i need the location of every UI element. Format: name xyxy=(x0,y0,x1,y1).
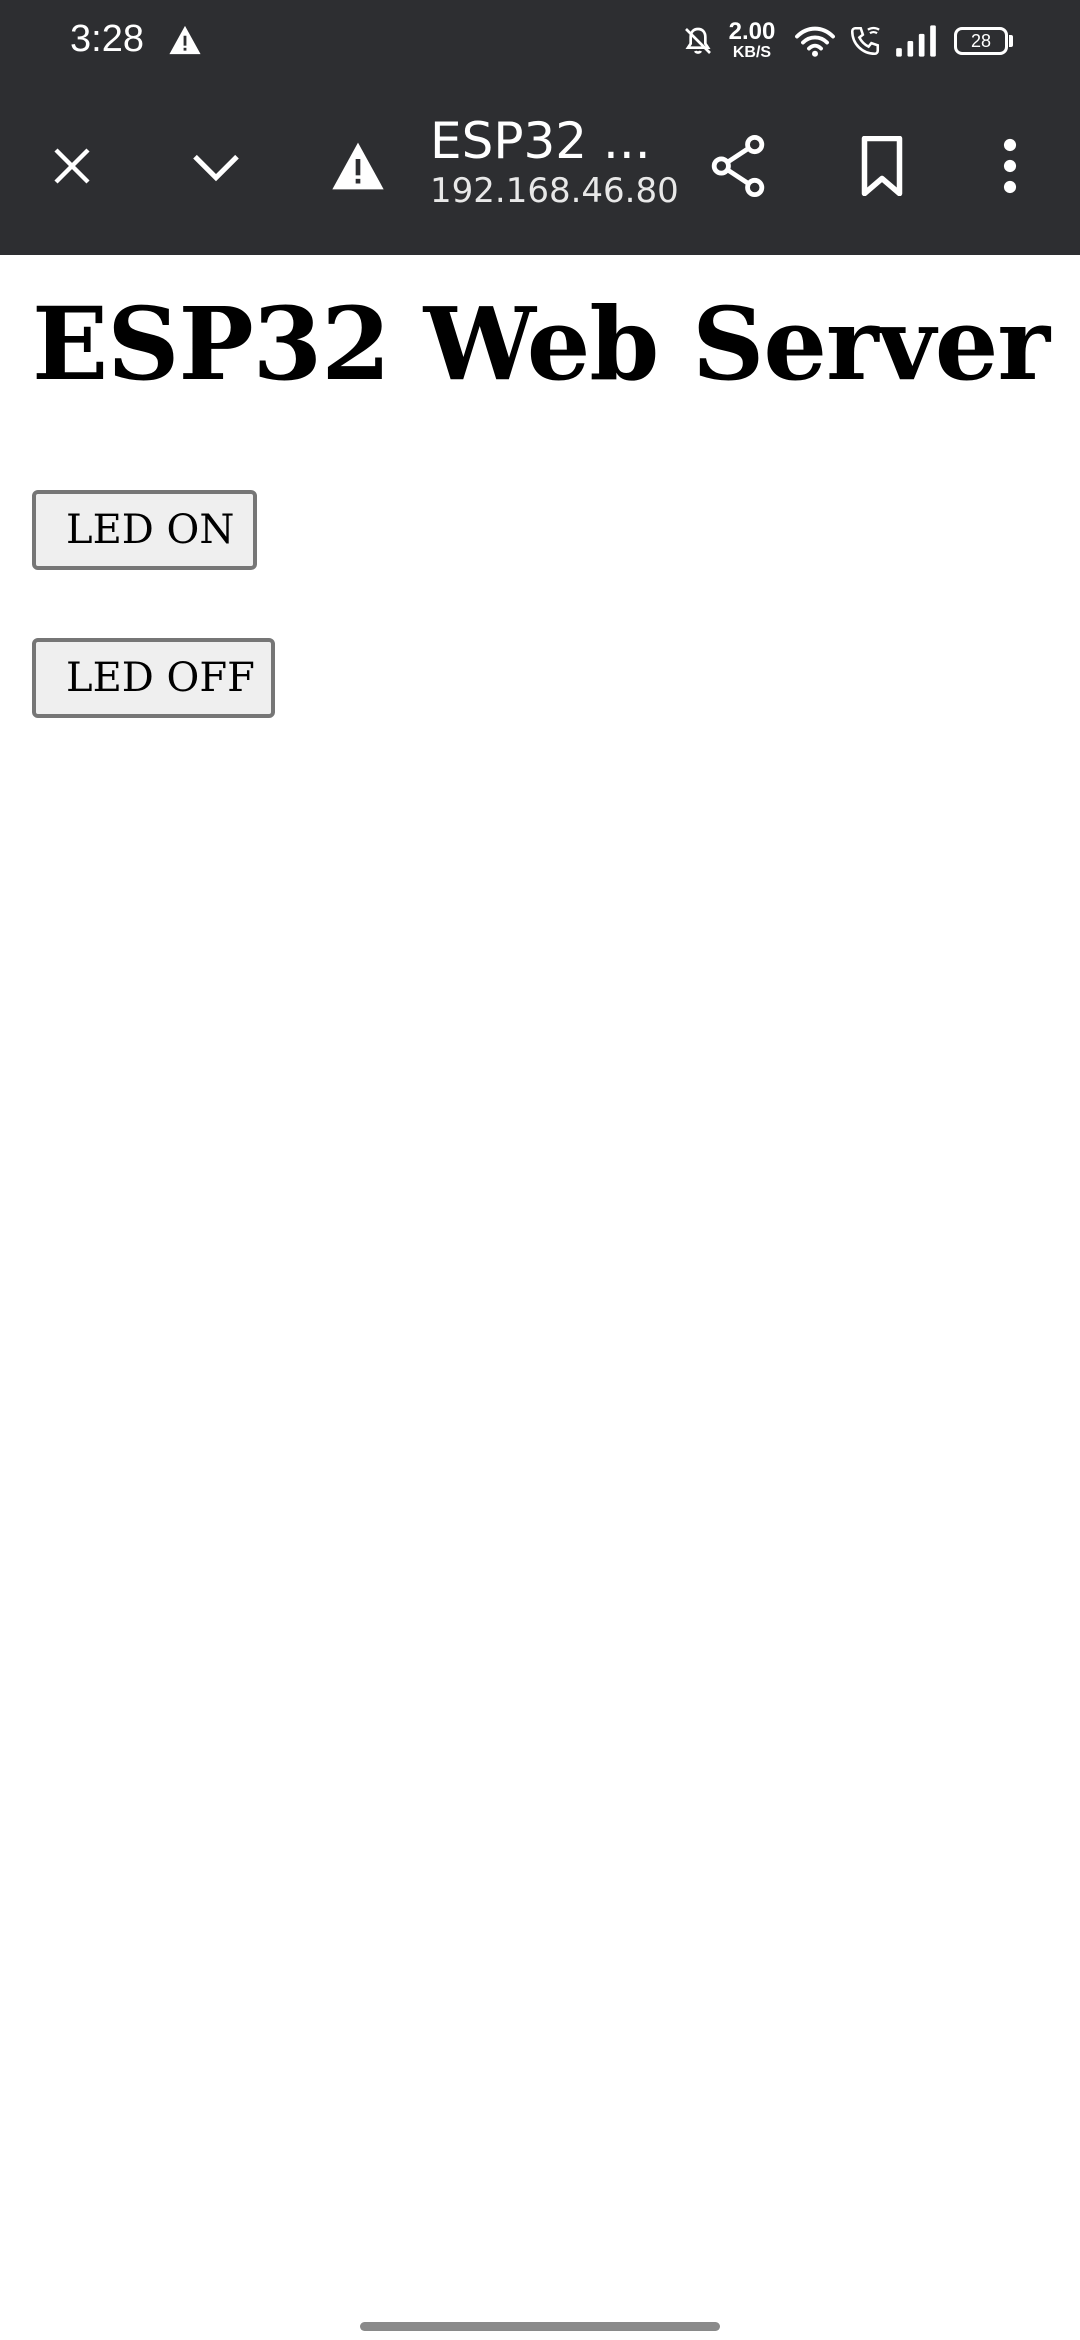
battery-level: 28 xyxy=(970,31,992,51)
led-on-button[interactable]: LED ON xyxy=(32,490,257,570)
more-options-button[interactable] xyxy=(970,126,1050,206)
warning-icon xyxy=(169,25,201,55)
minimize-button[interactable] xyxy=(176,126,256,206)
battery-tip xyxy=(1009,35,1013,47)
led-off-button[interactable]: LED OFF xyxy=(32,638,275,718)
status-bar: 3:28 2.00 KB/S 28 xyxy=(0,0,1080,80)
page-url: 192.168.46.80 xyxy=(430,171,679,211)
signal-icon xyxy=(896,25,936,57)
site-info-button[interactable] xyxy=(318,126,398,206)
share-icon xyxy=(711,135,765,197)
battery-icon: 28 xyxy=(954,27,1008,55)
network-speed: 2.00 KB/S xyxy=(724,20,780,61)
page-heading: ESP32 Web Server xyxy=(32,285,1050,403)
network-speed-unit: KB/S xyxy=(732,44,772,61)
mute-icon xyxy=(685,27,711,54)
share-button[interactable] xyxy=(698,126,778,206)
bookmark-icon xyxy=(861,136,903,196)
tab-title-area[interactable]: ESP32 ... 192.168.46.80 xyxy=(430,112,690,212)
wifi-icon xyxy=(795,26,835,57)
wifi-call-icon xyxy=(850,26,880,56)
close-button[interactable] xyxy=(32,126,112,206)
bookmark-button[interactable] xyxy=(842,126,922,206)
close-icon xyxy=(54,148,90,184)
chevron-down-icon xyxy=(193,154,239,182)
home-indicator[interactable] xyxy=(360,2322,720,2331)
status-time: 3:28 xyxy=(70,18,144,60)
page-title-short: ESP32 ... xyxy=(430,112,651,170)
network-speed-value: 2.00 xyxy=(728,18,776,45)
custom-tab-toolbar: ESP32 ... 192.168.46.80 xyxy=(0,80,1080,255)
warning-icon xyxy=(332,142,384,190)
more-vert-icon xyxy=(1003,138,1017,194)
